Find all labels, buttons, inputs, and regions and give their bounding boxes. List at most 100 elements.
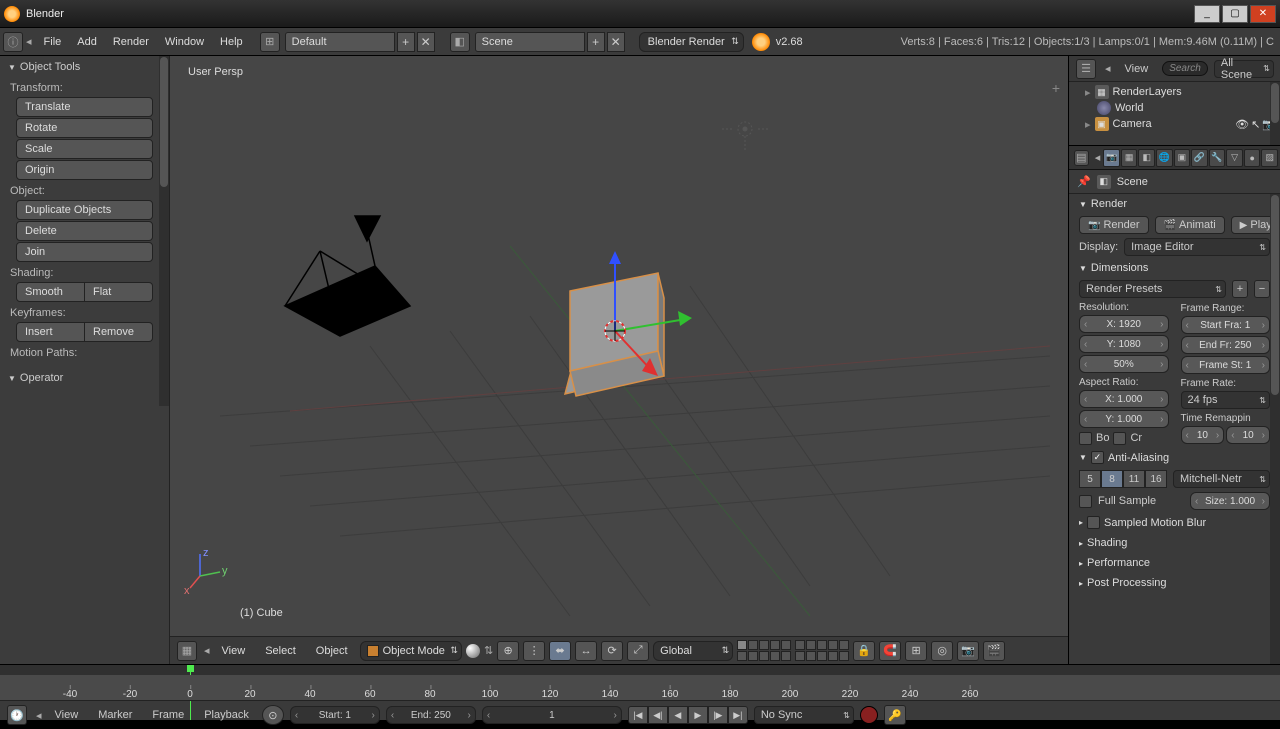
tab-constraints[interactable]: 🔗 <box>1191 149 1208 167</box>
display-select[interactable]: Image Editor <box>1124 238 1270 256</box>
render-border-icon[interactable]: 📷 <box>957 641 979 661</box>
menu-expand-icon[interactable]: ◂ <box>26 35 32 48</box>
jump-end-button[interactable]: ▶| <box>728 706 748 724</box>
3d-viewport[interactable]: User Persp <box>170 56 1068 664</box>
tab-render-layers[interactable]: ▦ <box>1121 149 1138 167</box>
menu-view[interactable]: View <box>214 645 254 657</box>
next-keyframe-button[interactable]: |▶ <box>708 706 728 724</box>
tl-frame-menu[interactable]: Frame <box>145 709 191 721</box>
aspect-x-field[interactable]: X: 1.000 <box>1079 390 1169 408</box>
end-frame-input[interactable]: End: 250 <box>386 706 476 724</box>
frame-step-field[interactable]: Frame St: 1 <box>1181 356 1271 374</box>
scene-delete-button[interactable]: ✕ <box>607 32 625 52</box>
tab-data[interactable]: ▽ <box>1226 149 1243 167</box>
res-y-field[interactable]: Y: 1080 <box>1079 335 1169 353</box>
restrict-view-icon[interactable]: 👁 <box>1235 118 1249 131</box>
preset-remove-button[interactable]: − <box>1254 280 1270 298</box>
outliner-item-camera[interactable]: ▸ ▣ Camera 👁 ↖ 📷 <box>1073 116 1276 132</box>
tab-scene[interactable]: ◧ <box>1138 149 1155 167</box>
scale-button[interactable]: Scale <box>16 139 153 159</box>
menu-help[interactable]: Help <box>212 36 251 48</box>
menu-window[interactable]: Window <box>157 36 212 48</box>
tab-world[interactable]: 🌐 <box>1156 149 1173 167</box>
screen-browse-icon[interactable]: ⊞ <box>260 32 280 52</box>
menu-file[interactable]: File <box>36 36 70 48</box>
view3d-editor-icon[interactable]: ▦ <box>177 641 197 661</box>
close-button[interactable]: ✕ <box>1250 5 1276 23</box>
mode-select[interactable]: Object Mode <box>360 641 462 661</box>
flat-button[interactable]: Flat <box>85 282 153 302</box>
properties-toggle-icon[interactable]: + <box>1052 80 1060 96</box>
minimize-button[interactable]: _ <box>1194 5 1220 23</box>
render-engine-select[interactable]: Blender Render <box>639 32 744 52</box>
scene-add-button[interactable]: + <box>587 32 605 52</box>
layer-buttons[interactable] <box>737 640 849 661</box>
aa-filter-select[interactable]: Mitchell-Netr <box>1173 470 1270 488</box>
start-frame-field[interactable]: Start Fra: 1 <box>1181 316 1271 334</box>
menu-select[interactable]: Select <box>257 645 304 657</box>
res-pct-field[interactable]: 50% <box>1079 355 1169 373</box>
scene-field[interactable]: Scene <box>475 32 585 52</box>
layout-delete-button[interactable]: ✕ <box>417 32 435 52</box>
panel-post-head[interactable]: ▸Post Processing <box>1073 573 1276 593</box>
jump-start-button[interactable]: |◀ <box>628 706 648 724</box>
panel-object-tools[interactable]: ▼Object Tools <box>0 56 169 78</box>
props-editor-icon[interactable]: ▤ <box>1074 150 1089 166</box>
timeline-editor-icon[interactable]: 🕐 <box>7 705 27 725</box>
panel-motion-head[interactable]: ▸Sampled Motion Blur <box>1073 512 1276 533</box>
preset-add-button[interactable]: + <box>1232 280 1248 298</box>
delete-button[interactable]: Delete <box>16 221 153 241</box>
snap-target-icon[interactable]: ◎ <box>931 641 953 661</box>
aa-11-button[interactable]: 11 <box>1123 470 1145 488</box>
tl-range-icon[interactable]: ⊙ <box>262 705 284 725</box>
prev-keyframe-button[interactable]: ◀| <box>648 706 668 724</box>
join-button[interactable]: Join <box>16 242 153 262</box>
keying-set-icon[interactable]: 🔑 <box>884 705 906 725</box>
toolshelf-scrollbar[interactable] <box>159 56 169 406</box>
smooth-button[interactable]: Smooth <box>16 282 85 302</box>
outliner-view-menu[interactable]: View <box>1117 63 1157 75</box>
insert-keyframe-button[interactable]: Insert <box>16 322 85 342</box>
tl-playback-menu[interactable]: Playback <box>197 709 256 721</box>
orientation-select[interactable]: Global <box>653 641 733 661</box>
remap-new-field[interactable]: 10 <box>1226 426 1270 444</box>
timeline-strip[interactable] <box>0 665 1280 675</box>
outliner-scrollbar[interactable] <box>1270 82 1280 145</box>
tab-texture[interactable]: ▨ <box>1261 149 1278 167</box>
render-anim-icon[interactable]: 🎬 <box>983 641 1005 661</box>
end-frame-field[interactable]: End Fr: 250 <box>1181 336 1271 354</box>
tab-render[interactable]: 📷 <box>1103 149 1120 167</box>
motion-checkbox[interactable] <box>1087 516 1100 529</box>
snap-toggle-icon[interactable]: 🧲 <box>879 641 901 661</box>
panel-performance-head[interactable]: ▸Performance <box>1073 553 1276 573</box>
manip-rotate-icon[interactable]: ⟳ <box>601 641 623 661</box>
frame-rate-select[interactable]: 24 fps <box>1181 391 1271 409</box>
translate-button[interactable]: Translate <box>16 97 153 117</box>
animation-button[interactable]: 🎬Animati <box>1155 216 1225 234</box>
tab-modifiers[interactable]: 🔧 <box>1209 149 1226 167</box>
tab-object[interactable]: ▣ <box>1174 149 1191 167</box>
timeline-ruler[interactable]: -40-200204060801001201401601802002202402… <box>0 675 1280 701</box>
auto-keyframe-button[interactable] <box>860 706 878 724</box>
outliner-editor-icon[interactable]: ☰ <box>1076 59 1096 79</box>
layout-add-button[interactable]: + <box>397 32 415 52</box>
outliner-search[interactable]: Search <box>1162 61 1208 76</box>
origin-button[interactable]: Origin <box>16 160 153 180</box>
panel-dimensions-head[interactable]: ▼Dimensions <box>1073 258 1276 278</box>
lock-camera-icon[interactable]: 🔒 <box>853 641 875 661</box>
play-reverse-button[interactable]: ◀ <box>668 706 688 724</box>
aspect-y-field[interactable]: Y: 1.000 <box>1079 410 1169 428</box>
screen-layout-field[interactable]: Default <box>285 32 395 52</box>
aa-5-button[interactable]: 5 <box>1079 470 1101 488</box>
editor-type-icon[interactable]: ⓘ <box>3 32 23 52</box>
menu-render[interactable]: Render <box>105 36 157 48</box>
border-checkbox[interactable] <box>1079 432 1092 445</box>
scene-browse-icon[interactable]: ◧ <box>450 32 470 52</box>
full-sample-checkbox[interactable] <box>1079 495 1092 508</box>
maximize-button[interactable]: ▢ <box>1222 5 1248 23</box>
sync-mode-select[interactable]: No Sync <box>754 706 854 724</box>
tl-marker-menu[interactable]: Marker <box>91 709 139 721</box>
snap-element-icon[interactable]: ⊞ <box>905 641 927 661</box>
manip-translate-icon[interactable]: ↔ <box>575 641 597 661</box>
outliner-item-renderlayers[interactable]: ▸ ▦ RenderLayers <box>1073 84 1276 100</box>
